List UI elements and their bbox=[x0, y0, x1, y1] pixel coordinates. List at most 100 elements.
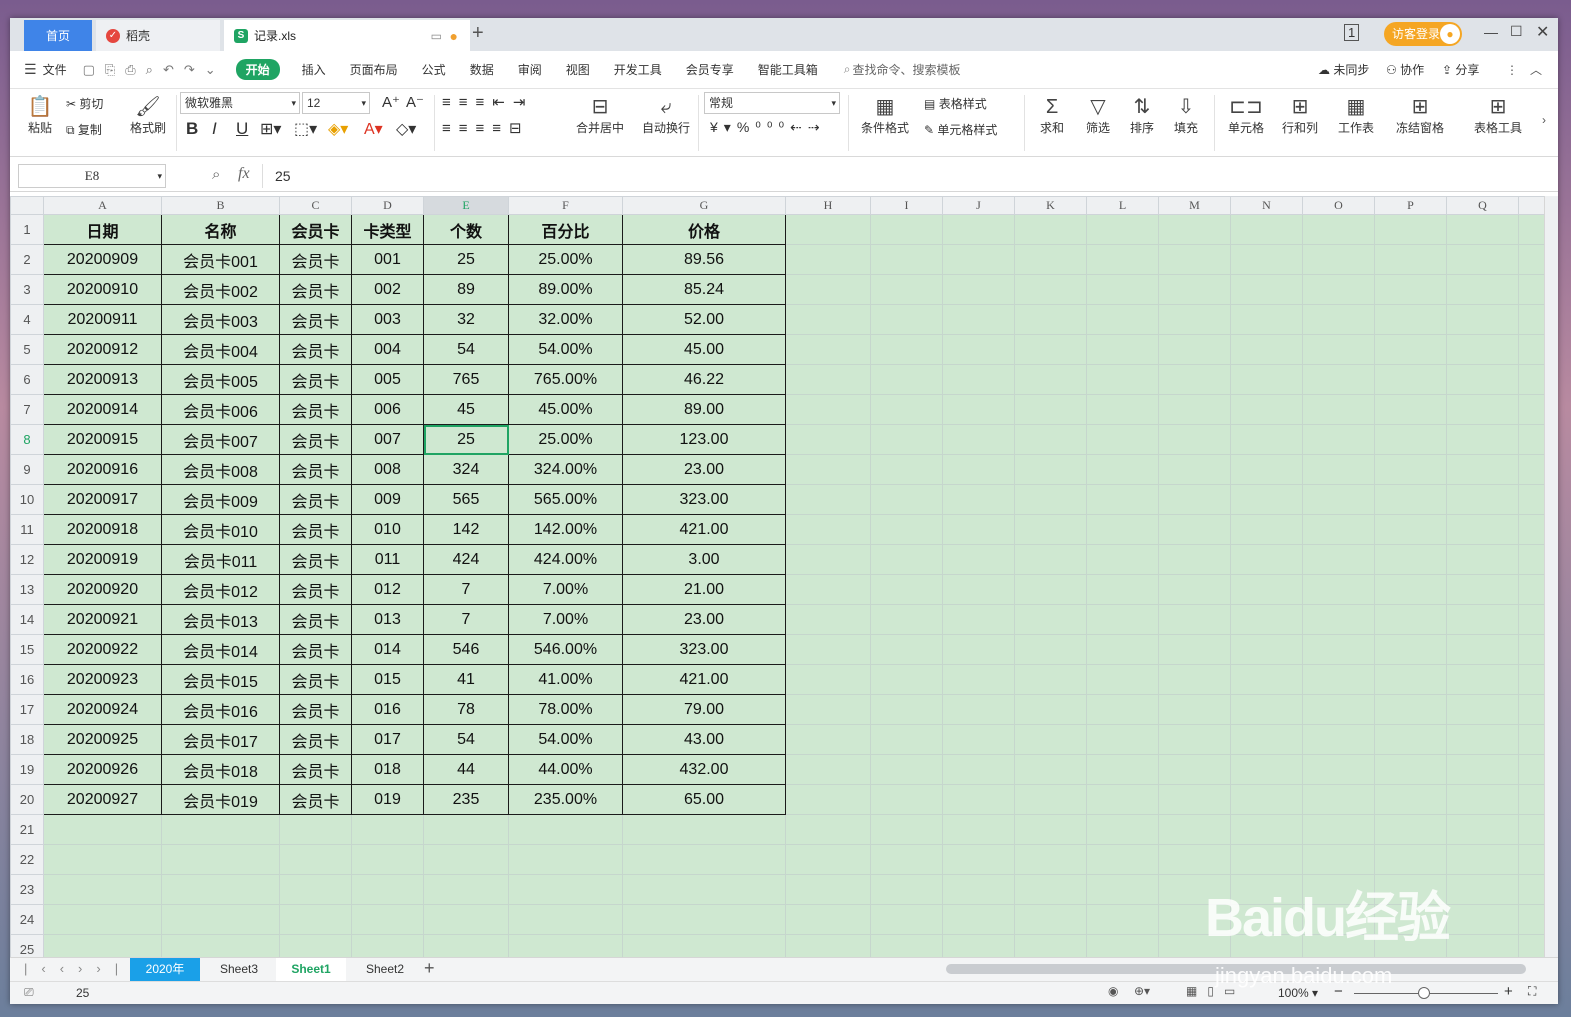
data-cell[interactable]: 018 bbox=[351, 754, 424, 785]
column-header-b[interactable]: B bbox=[161, 196, 280, 215]
data-cell[interactable]: 20200923 bbox=[43, 664, 162, 695]
empty-cell[interactable] bbox=[279, 904, 352, 935]
empty-cell[interactable] bbox=[1086, 274, 1159, 305]
data-cell[interactable]: 001 bbox=[351, 244, 424, 275]
empty-cell[interactable] bbox=[1158, 724, 1231, 755]
data-cell[interactable]: 会员卡014 bbox=[161, 634, 280, 665]
border-icon[interactable]: ⊞▾ bbox=[260, 119, 281, 139]
empty-cell[interactable] bbox=[351, 934, 424, 957]
empty-cell[interactable] bbox=[1158, 304, 1231, 335]
empty-cell[interactable] bbox=[870, 514, 943, 545]
data-cell[interactable]: 565.00% bbox=[508, 484, 623, 515]
data-cell[interactable]: 324 bbox=[423, 454, 509, 485]
empty-cell[interactable] bbox=[1158, 664, 1231, 695]
empty-cell[interactable] bbox=[870, 934, 943, 957]
empty-cell[interactable] bbox=[1302, 244, 1375, 275]
data-cell[interactable]: 002 bbox=[351, 274, 424, 305]
empty-cell[interactable] bbox=[279, 874, 352, 905]
empty-cell[interactable] bbox=[785, 754, 871, 785]
data-cell[interactable]: 会员卡 bbox=[279, 424, 352, 455]
empty-cell[interactable] bbox=[942, 454, 1015, 485]
empty-cell[interactable] bbox=[870, 724, 943, 755]
empty-cell[interactable] bbox=[870, 844, 943, 875]
empty-cell[interactable] bbox=[508, 844, 623, 875]
data-cell[interactable]: 20200926 bbox=[43, 754, 162, 785]
data-cell[interactable]: 765.00% bbox=[508, 364, 623, 395]
data-cell[interactable]: 会员卡 bbox=[279, 574, 352, 605]
data-cell[interactable]: 004 bbox=[351, 334, 424, 365]
empty-cell[interactable] bbox=[1086, 604, 1159, 635]
data-cell[interactable]: 019 bbox=[351, 784, 424, 815]
column-header-e[interactable]: E bbox=[423, 196, 509, 215]
empty-cell[interactable] bbox=[1446, 574, 1519, 605]
empty-cell[interactable] bbox=[942, 214, 1015, 245]
empty-cell[interactable] bbox=[1158, 784, 1231, 815]
data-cell[interactable]: 会员卡 bbox=[279, 454, 352, 485]
empty-cell[interactable] bbox=[423, 844, 509, 875]
data-cell[interactable]: 21.00 bbox=[622, 574, 786, 605]
data-cell[interactable]: 会员卡 bbox=[279, 634, 352, 665]
empty-cell[interactable] bbox=[1374, 334, 1447, 365]
empty-cell[interactable] bbox=[43, 934, 162, 957]
data-cell[interactable]: 546 bbox=[423, 634, 509, 665]
empty-cell[interactable] bbox=[1086, 244, 1159, 275]
empty-cell[interactable] bbox=[942, 484, 1015, 515]
menu-data[interactable]: 数据 bbox=[470, 61, 494, 78]
fill-button[interactable]: ⇩ 填充 bbox=[1168, 95, 1204, 136]
data-cell[interactable]: 会员卡 bbox=[279, 304, 352, 335]
data-cell[interactable]: 会员卡019 bbox=[161, 784, 280, 815]
empty-cell[interactable] bbox=[1086, 574, 1159, 605]
format-painter-button[interactable]: 🖌 格式刷 bbox=[128, 95, 168, 136]
data-cell[interactable]: 32.00% bbox=[508, 304, 623, 335]
sheet-tab-sheet2[interactable]: Sheet2 bbox=[350, 958, 420, 981]
data-cell[interactable]: 43.00 bbox=[622, 724, 786, 755]
empty-cell[interactable] bbox=[622, 874, 786, 905]
empty-cell[interactable] bbox=[870, 424, 943, 455]
data-cell[interactable]: 123.00 bbox=[622, 424, 786, 455]
data-cell[interactable]: 89.56 bbox=[622, 244, 786, 275]
column-header-i[interactable]: I bbox=[870, 196, 943, 215]
column-header-p[interactable]: P bbox=[1374, 196, 1447, 215]
zoom-in-icon[interactable]: + bbox=[1504, 983, 1513, 1000]
number-style-icons[interactable]: ¥▾%⁰⁰⁰⇠⇢ bbox=[710, 119, 826, 136]
data-cell[interactable]: 会员卡011 bbox=[161, 544, 280, 575]
empty-cell[interactable] bbox=[1086, 304, 1159, 335]
data-cell[interactable]: 20200922 bbox=[43, 634, 162, 665]
column-header-k[interactable]: K bbox=[1014, 196, 1087, 215]
empty-cell[interactable] bbox=[1158, 814, 1231, 845]
empty-cell[interactable] bbox=[785, 694, 871, 725]
empty-cell[interactable] bbox=[1014, 904, 1087, 935]
empty-cell[interactable] bbox=[1086, 724, 1159, 755]
empty-cell[interactable] bbox=[1446, 334, 1519, 365]
data-cell[interactable]: 20200920 bbox=[43, 574, 162, 605]
empty-cell[interactable] bbox=[785, 574, 871, 605]
empty-cell[interactable] bbox=[1446, 484, 1519, 515]
empty-cell[interactable] bbox=[1086, 814, 1159, 845]
data-cell[interactable]: 会员卡010 bbox=[161, 514, 280, 545]
empty-cell[interactable] bbox=[1374, 304, 1447, 335]
cut-button[interactable]: ✂ 剪切 bbox=[66, 95, 103, 112]
empty-cell[interactable] bbox=[942, 394, 1015, 425]
empty-cell[interactable] bbox=[1230, 244, 1303, 275]
data-cell[interactable]: 011 bbox=[351, 544, 424, 575]
empty-cell[interactable] bbox=[1230, 844, 1303, 875]
data-cell[interactable]: 会员卡016 bbox=[161, 694, 280, 725]
column-header-f[interactable]: F bbox=[508, 196, 623, 215]
empty-cell[interactable] bbox=[351, 874, 424, 905]
more-icon[interactable]: ⋮ bbox=[1506, 63, 1518, 77]
increase-font-icon[interactable]: A⁺ bbox=[382, 93, 400, 111]
data-cell[interactable]: 014 bbox=[351, 634, 424, 665]
data-cell[interactable]: 25 bbox=[423, 244, 509, 275]
empty-cell[interactable] bbox=[1446, 664, 1519, 695]
minimize-icon[interactable]: — bbox=[1484, 24, 1498, 40]
empty-cell[interactable] bbox=[43, 844, 162, 875]
data-cell[interactable]: 235 bbox=[423, 784, 509, 815]
data-cell[interactable]: 会员卡017 bbox=[161, 724, 280, 755]
data-cell[interactable]: 会员卡012 bbox=[161, 574, 280, 605]
empty-cell[interactable] bbox=[1446, 934, 1519, 957]
empty-cell[interactable] bbox=[1302, 334, 1375, 365]
data-cell[interactable]: 52.00 bbox=[622, 304, 786, 335]
add-sheet-icon[interactable]: + bbox=[424, 958, 435, 979]
empty-cell[interactable] bbox=[785, 364, 871, 395]
empty-cell[interactable] bbox=[1230, 694, 1303, 725]
